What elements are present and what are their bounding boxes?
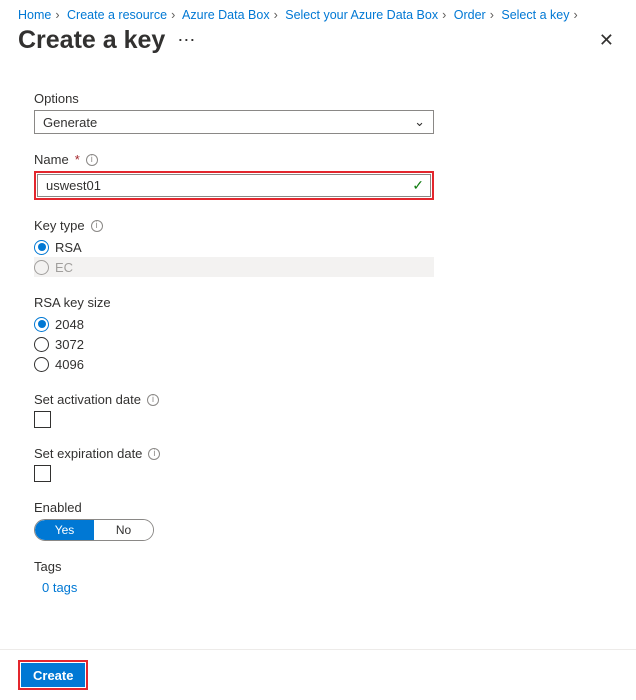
breadcrumb-item[interactable]: Azure Data Box	[182, 8, 270, 22]
chevron-right-icon: ›	[274, 8, 278, 22]
info-icon[interactable]: i	[147, 394, 159, 406]
radio-label: 2048	[55, 317, 84, 332]
radio-icon	[34, 337, 49, 352]
options-label: Options	[34, 91, 618, 106]
keysize-label: RSA key size	[34, 295, 618, 310]
keytype-field: Key type i RSA EC	[34, 218, 618, 277]
required-indicator: *	[75, 152, 80, 167]
activation-checkbox[interactable]	[34, 411, 51, 428]
chevron-right-icon: ›	[171, 8, 175, 22]
create-button[interactable]: Create	[21, 663, 85, 687]
close-icon[interactable]: ✕	[595, 26, 618, 55]
breadcrumb: Home › Create a resource › Azure Data Box ›…	[0, 0, 636, 24]
breadcrumb-item[interactable]: Home	[18, 8, 51, 22]
radio-icon	[34, 317, 49, 332]
radio-label: 4096	[55, 357, 84, 372]
radio-label: RSA	[55, 240, 82, 255]
keytype-radio-ec: EC	[34, 257, 434, 277]
breadcrumb-item[interactable]: Order	[454, 8, 486, 22]
activation-label: Set activation date	[34, 392, 141, 407]
options-select[interactable]: Generate ⌄	[34, 110, 434, 134]
keytype-radio-rsa[interactable]: RSA	[34, 237, 618, 257]
info-icon[interactable]: i	[148, 448, 160, 460]
options-field: Options Generate ⌄	[34, 91, 618, 134]
enabled-label: Enabled	[34, 500, 618, 515]
breadcrumb-item[interactable]: Create a resource	[67, 8, 167, 22]
chevron-down-icon: ⌄	[414, 114, 425, 130]
info-icon[interactable]: i	[86, 154, 98, 166]
radio-icon	[34, 240, 49, 255]
expiration-field: Set expiration date i	[34, 446, 618, 482]
page-header: Create a key ⋯ ✕	[0, 24, 636, 61]
breadcrumb-item[interactable]: Select a key	[501, 8, 569, 22]
check-icon: ✓	[412, 177, 424, 194]
keysize-radio-2048[interactable]: 2048	[34, 314, 618, 334]
chevron-right-icon: ›	[442, 8, 446, 22]
name-label: Name	[34, 152, 69, 167]
breadcrumb-item[interactable]: Select your Azure Data Box	[285, 8, 438, 22]
chevron-right-icon: ›	[490, 8, 494, 22]
enabled-field: Enabled Yes No	[34, 500, 618, 541]
keysize-radio-4096[interactable]: 4096	[34, 354, 618, 374]
keysize-field: RSA key size 2048 3072 4096	[34, 295, 618, 374]
expiration-label: Set expiration date	[34, 446, 142, 461]
info-icon[interactable]: i	[91, 220, 103, 232]
tags-field: Tags 0 tags	[34, 559, 618, 595]
expiration-checkbox[interactable]	[34, 465, 51, 482]
page-title: Create a key	[18, 26, 165, 55]
radio-icon	[34, 260, 49, 275]
name-input[interactable]	[44, 177, 386, 194]
activation-field: Set activation date i	[34, 392, 618, 428]
chevron-right-icon: ›	[573, 8, 577, 22]
radio-label: 3072	[55, 337, 84, 352]
more-actions-button[interactable]: ⋯	[177, 30, 196, 51]
enabled-toggle[interactable]: Yes No	[34, 519, 154, 541]
toggle-no: No	[94, 520, 153, 540]
radio-icon	[34, 357, 49, 372]
tags-link[interactable]: 0 tags	[42, 580, 618, 595]
radio-label: EC	[55, 260, 73, 275]
footer: Create	[0, 649, 636, 700]
options-value: Generate	[43, 115, 97, 130]
toggle-yes: Yes	[35, 520, 94, 540]
chevron-right-icon: ›	[55, 8, 59, 22]
keytype-label: Key type	[34, 218, 85, 233]
tags-label: Tags	[34, 559, 618, 574]
keysize-radio-3072[interactable]: 3072	[34, 334, 618, 354]
name-field: Name * i ✓	[34, 152, 618, 200]
